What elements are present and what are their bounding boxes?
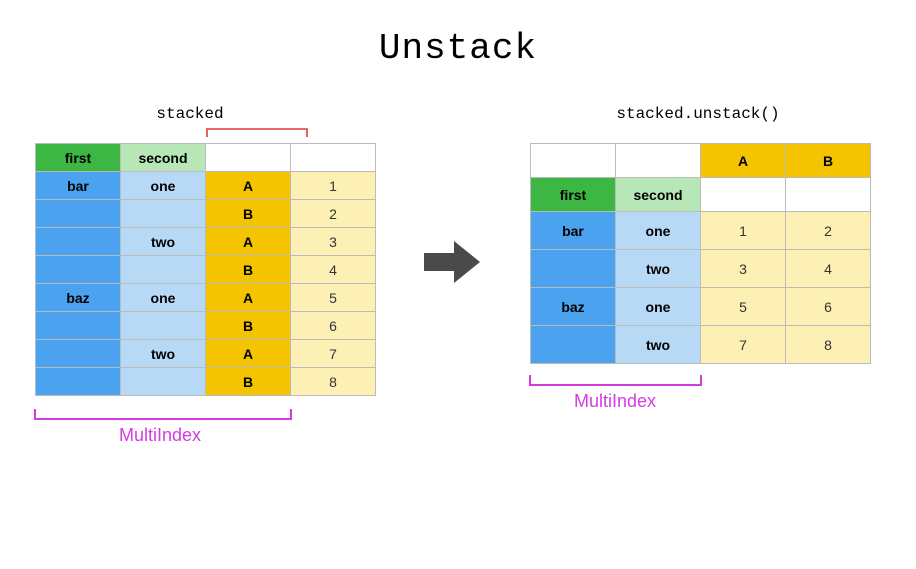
cell: A [206,284,291,312]
right-header-second: second [616,178,701,212]
cell: A [206,172,291,200]
cell: 1 [701,212,786,250]
cell: 4 [786,250,871,288]
cell: B [206,256,291,284]
cell: two [616,250,701,288]
cell [36,312,121,340]
cell: 2 [786,212,871,250]
cell: 2 [291,200,376,228]
right-col-a: A [701,144,786,178]
cell: baz [531,288,616,326]
cell: A [206,228,291,256]
right-col-b: B [786,144,871,178]
cell: B [206,200,291,228]
left-purple-bracket [33,407,293,421]
cell [531,250,616,288]
cell: two [121,228,206,256]
left-multiindex-label: MultiIndex [100,425,220,446]
cell: 3 [701,250,786,288]
cell: two [616,326,701,364]
left-table-label: stacked [130,105,250,123]
cell [36,200,121,228]
cell [121,312,206,340]
cell: 8 [291,368,376,396]
cell: 5 [701,288,786,326]
left-header-first: first [36,144,121,172]
cell: one [616,288,701,326]
cell [36,368,121,396]
cell [36,256,121,284]
left-header-second: second [121,144,206,172]
page-title: Unstack [0,28,916,69]
right-r1-blank1 [701,178,786,212]
cell: B [206,312,291,340]
cell: 6 [291,312,376,340]
right-purple-bracket [528,373,703,387]
cell [121,200,206,228]
arrow-icon [420,237,484,292]
cell: 1 [291,172,376,200]
cell: 6 [786,288,871,326]
cell: bar [531,212,616,250]
right-multiindex-label: MultiIndex [555,391,675,412]
right-r0-blank2 [616,144,701,178]
cell: 7 [701,326,786,364]
cell: bar [36,172,121,200]
right-table-label: stacked.unstack() [588,105,808,123]
cell: 7 [291,340,376,368]
cell: one [121,172,206,200]
cell [36,228,121,256]
cell: two [121,340,206,368]
cell [121,256,206,284]
left-header-blank-1 [206,144,291,172]
unstacked-table: A B first second barone12 two34 bazone56… [530,143,871,364]
cell [36,340,121,368]
stacked-table: first second baroneA1 B2 twoA3 B4 bazone… [35,143,376,396]
cell: one [121,284,206,312]
cell [121,368,206,396]
cell: A [206,340,291,368]
cell: one [616,212,701,250]
cell: baz [36,284,121,312]
red-bracket [205,127,309,139]
cell: B [206,368,291,396]
cell: 8 [786,326,871,364]
cell [531,326,616,364]
right-r1-blank2 [786,178,871,212]
left-header-blank-2 [291,144,376,172]
cell: 5 [291,284,376,312]
cell: 3 [291,228,376,256]
right-header-first: first [531,178,616,212]
diagram-canvas: stacked first second baroneA1 B2 twoA3 B… [0,99,916,539]
right-r0-blank1 [531,144,616,178]
cell: 4 [291,256,376,284]
